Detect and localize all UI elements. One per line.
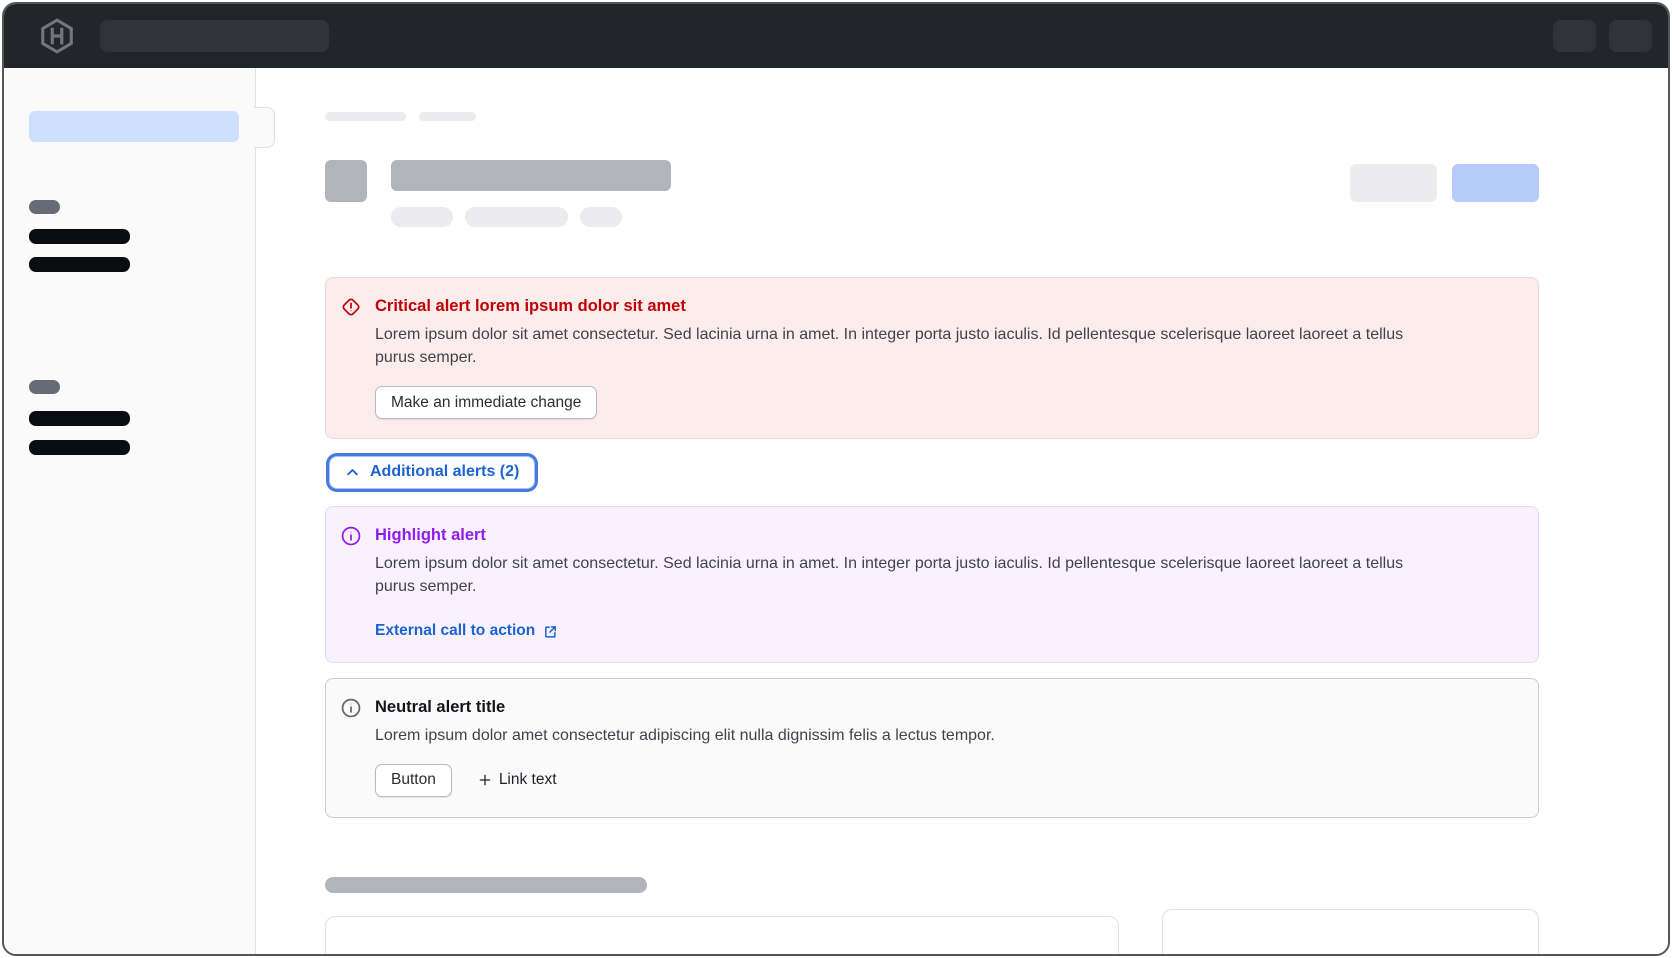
sidebar-item-placeholder	[29, 411, 130, 426]
topbar-action-placeholder-1	[1553, 20, 1596, 52]
add-link[interactable]: Link text	[478, 771, 557, 789]
plus-icon	[478, 773, 492, 787]
highlight-alert-description: Lorem ipsum dolor sit amet consectetur. …	[375, 553, 1425, 598]
sidebar-collapse-handle[interactable]	[254, 107, 275, 148]
search-input-placeholder[interactable]	[100, 20, 329, 52]
neutral-alert-banner: Neutral alert title Lorem ipsum dolor am…	[325, 678, 1539, 818]
external-call-to-action-link[interactable]: External call to action	[375, 622, 558, 640]
page-title-placeholder	[391, 160, 671, 191]
top-nav-bar	[4, 4, 1668, 68]
sidebar-item-placeholder	[29, 229, 130, 244]
topbar-action-placeholder-2	[1609, 20, 1652, 52]
main-content: Critical alert lorem ipsum dolor sit ame…	[256, 68, 1668, 954]
highlight-alert-banner: Highlight alert Lorem ipsum dolor sit am…	[325, 506, 1539, 663]
section-title-placeholder	[325, 877, 647, 893]
highlight-alert-title: Highlight alert	[375, 524, 1425, 546]
sidebar-nav	[4, 68, 256, 954]
info-circle-icon	[340, 697, 362, 719]
breadcrumb	[325, 112, 1539, 121]
sidebar-section-label-placeholder	[29, 380, 60, 394]
page-header	[325, 160, 1539, 227]
content-card-placeholder	[1162, 909, 1539, 956]
tag-placeholder	[391, 207, 453, 227]
page-icon-placeholder	[325, 160, 367, 202]
alert-diamond-icon	[340, 296, 362, 318]
critical-alert-description: Lorem ipsum dolor sit amet consectetur. …	[375, 324, 1425, 369]
sidebar-item-placeholder	[29, 257, 130, 272]
content-card-placeholder	[325, 916, 1119, 956]
additional-alerts-label: Additional alerts (2)	[370, 463, 519, 481]
breadcrumb-item-placeholder	[325, 112, 406, 121]
breadcrumb-item-placeholder	[419, 112, 476, 121]
critical-alert-title: Critical alert lorem ipsum dolor sit ame…	[375, 295, 1425, 317]
sidebar-section-label-placeholder	[29, 200, 60, 214]
chevron-up-icon	[345, 465, 360, 480]
info-circle-icon	[340, 525, 362, 547]
sidebar-item-placeholder	[29, 440, 130, 455]
external-link-icon	[543, 624, 558, 639]
immediate-change-button[interactable]: Make an immediate change	[375, 386, 597, 419]
critical-alert-banner: Critical alert lorem ipsum dolor sit ame…	[325, 277, 1539, 439]
tag-placeholder	[580, 207, 622, 227]
add-link-label: Link text	[499, 771, 557, 789]
secondary-button-placeholder[interactable]	[1350, 164, 1437, 202]
tag-placeholder	[465, 207, 568, 227]
external-link-label: External call to action	[375, 622, 535, 640]
primary-button-placeholder[interactable]	[1452, 164, 1539, 202]
neutral-alert-title: Neutral alert title	[375, 696, 995, 718]
sidebar-active-item-placeholder	[29, 111, 239, 142]
neutral-alert-button[interactable]: Button	[375, 764, 452, 797]
neutral-alert-description: Lorem ipsum dolor amet consectetur adipi…	[375, 725, 995, 748]
app-window: Critical alert lorem ipsum dolor sit ame…	[2, 2, 1670, 956]
hashicorp-logo-icon[interactable]	[38, 17, 76, 55]
additional-alerts-toggle[interactable]: Additional alerts (2)	[330, 457, 534, 488]
